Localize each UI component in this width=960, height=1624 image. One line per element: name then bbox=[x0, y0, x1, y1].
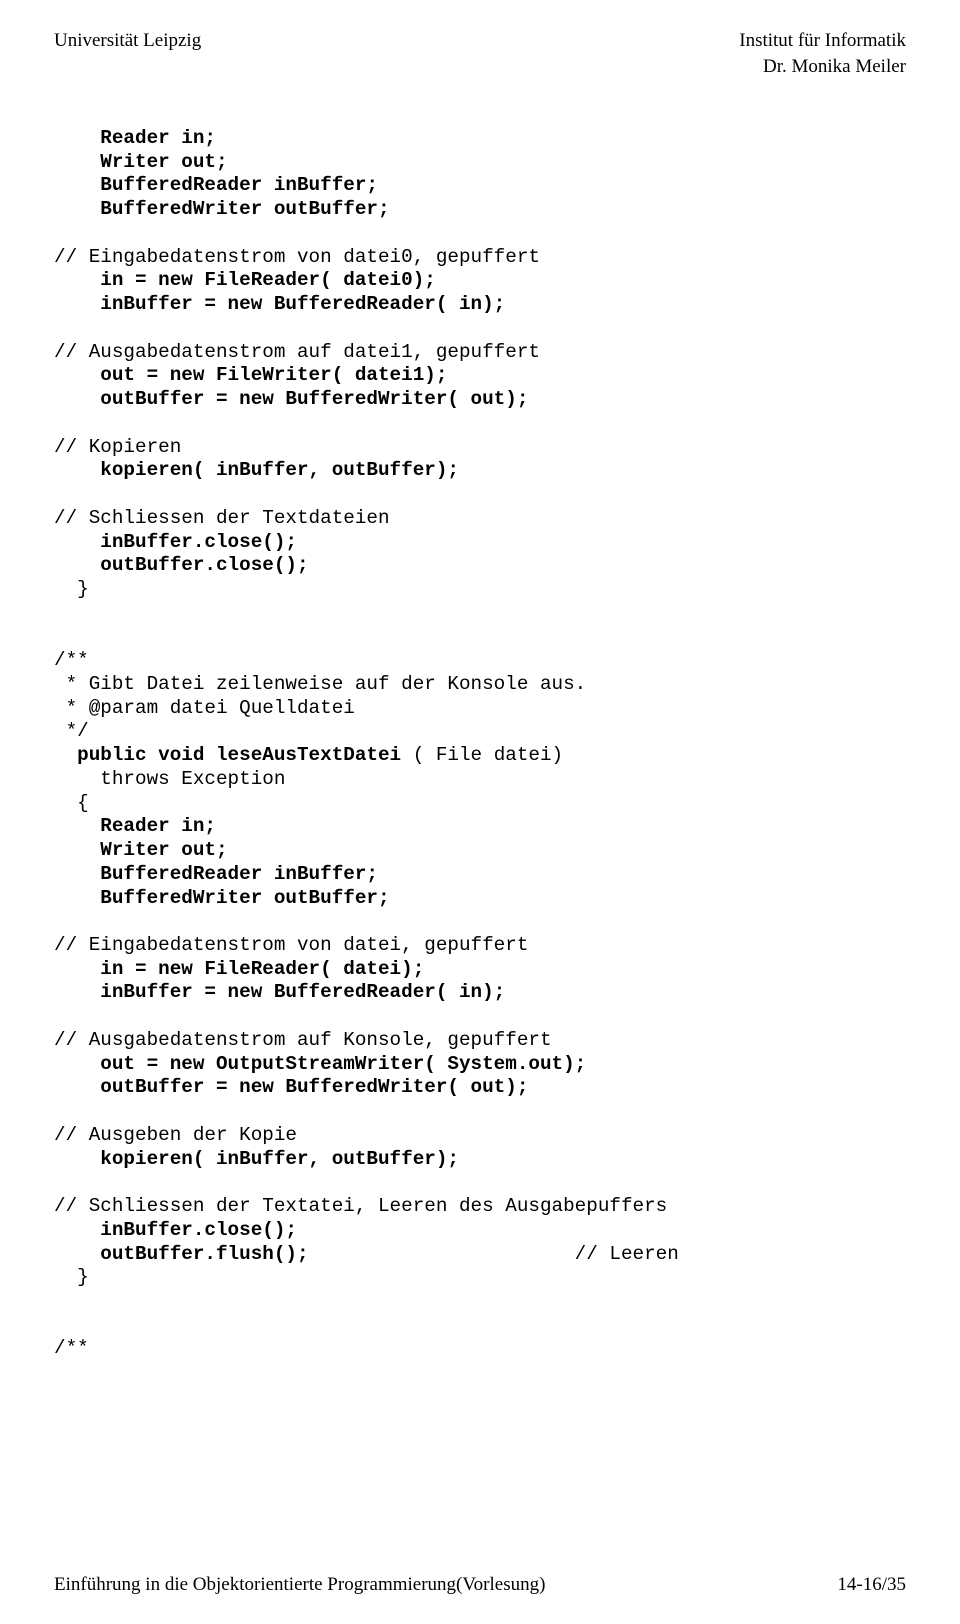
code-line: * @param datei Quelldatei bbox=[54, 697, 355, 719]
code-block: Reader in; Writer out; BufferedReader in… bbox=[54, 103, 906, 1361]
code-line: * Gibt Datei zeilenweise auf der Konsole… bbox=[54, 673, 586, 695]
code-line: outBuffer = new BufferedWriter( out); bbox=[54, 1076, 528, 1098]
code-line: public void leseAusTextDatei bbox=[54, 744, 401, 766]
code-line: { bbox=[54, 792, 89, 814]
code-line: // Ausgabedatenstrom auf datei1, gepuffe… bbox=[54, 341, 540, 363]
code-line: // Eingabedatenstrom von datei, gepuffer… bbox=[54, 934, 528, 956]
code-line: inBuffer.close(); bbox=[54, 531, 297, 553]
code-line: Writer out; bbox=[54, 839, 228, 861]
header-left: Universität Leipzig bbox=[54, 28, 201, 79]
code-line: // Schliessen der Textdateien bbox=[54, 507, 390, 529]
code-line: // Schliessen der Textatei, Leeren des A… bbox=[54, 1195, 667, 1217]
code-line: // Leeren bbox=[309, 1243, 679, 1265]
code-line: outBuffer.flush(); bbox=[54, 1243, 309, 1265]
code-line: in = new FileReader( datei); bbox=[54, 958, 424, 980]
footer-left: Einführung in die Objektorientierte Prog… bbox=[54, 1574, 545, 1596]
code-line: /** bbox=[54, 649, 89, 671]
code-line: BufferedReader inBuffer; bbox=[54, 863, 378, 885]
code-line: BufferedReader inBuffer; bbox=[54, 174, 378, 196]
code-line: BufferedWriter outBuffer; bbox=[54, 887, 390, 909]
header-author: Dr. Monika Meiler bbox=[739, 54, 906, 80]
code-line: BufferedWriter outBuffer; bbox=[54, 198, 390, 220]
code-line: Reader in; bbox=[54, 815, 216, 837]
code-line: kopieren( inBuffer, outBuffer); bbox=[54, 459, 459, 481]
code-line: inBuffer.close(); bbox=[54, 1219, 297, 1241]
header-institute: Institut für Informatik bbox=[739, 28, 906, 54]
code-line: ( File datei) bbox=[401, 744, 563, 766]
code-line: throws Exception bbox=[54, 768, 285, 790]
code-line: */ bbox=[54, 720, 89, 742]
page-header: Universität Leipzig Institut für Informa… bbox=[54, 28, 906, 79]
code-line: out = new FileWriter( datei1); bbox=[54, 364, 447, 386]
code-line: // Kopieren bbox=[54, 436, 181, 458]
code-line: } bbox=[54, 1266, 89, 1288]
code-line: kopieren( inBuffer, outBuffer); bbox=[54, 1148, 459, 1170]
page: Universität Leipzig Institut für Informa… bbox=[0, 0, 960, 1624]
code-line: // Eingabedatenstrom von datei0, gepuffe… bbox=[54, 246, 540, 268]
code-line: out = new OutputStreamWriter( System.out… bbox=[54, 1053, 586, 1075]
page-footer: Einführung in die Objektorientierte Prog… bbox=[54, 1574, 906, 1596]
code-line: in = new FileReader( datei0); bbox=[54, 269, 436, 291]
code-line: outBuffer.close(); bbox=[54, 554, 309, 576]
code-line: } bbox=[54, 578, 89, 600]
code-line: Reader in; bbox=[54, 127, 216, 149]
code-line: Writer out; bbox=[54, 151, 228, 173]
code-line: inBuffer = new BufferedReader( in); bbox=[54, 293, 505, 315]
header-right: Institut für Informatik Dr. Monika Meile… bbox=[739, 28, 906, 79]
code-line: // Ausgabedatenstrom auf Konsole, gepuff… bbox=[54, 1029, 552, 1051]
footer-right: 14-16/35 bbox=[837, 1574, 906, 1596]
code-line: outBuffer = new BufferedWriter( out); bbox=[54, 388, 528, 410]
code-line: inBuffer = new BufferedReader( in); bbox=[54, 981, 505, 1003]
code-line: /** bbox=[54, 1337, 89, 1359]
code-line: // Ausgeben der Kopie bbox=[54, 1124, 297, 1146]
